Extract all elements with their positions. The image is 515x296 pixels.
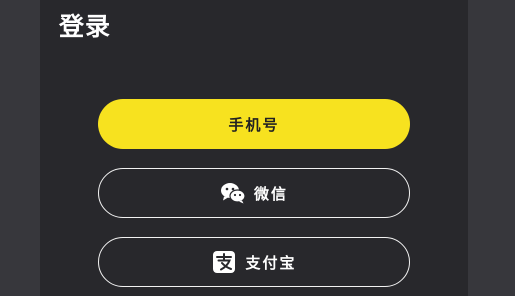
alipay-login-label: 支付宝: [245, 253, 297, 272]
login-screen: 登录 手机号 微信 支付宝: [0, 0, 515, 296]
wechat-icon: [220, 181, 246, 205]
alipay-login-button[interactable]: 支付宝: [98, 237, 410, 287]
page-title: 登录: [59, 12, 112, 41]
alipay-icon: [211, 250, 237, 274]
phone-login-button[interactable]: 手机号: [98, 99, 410, 149]
login-panel: 登录 手机号 微信 支付宝: [40, 0, 468, 296]
wechat-login-label: 微信: [253, 184, 288, 203]
phone-login-label: 手机号: [228, 115, 280, 134]
wechat-login-button[interactable]: 微信: [98, 168, 410, 218]
